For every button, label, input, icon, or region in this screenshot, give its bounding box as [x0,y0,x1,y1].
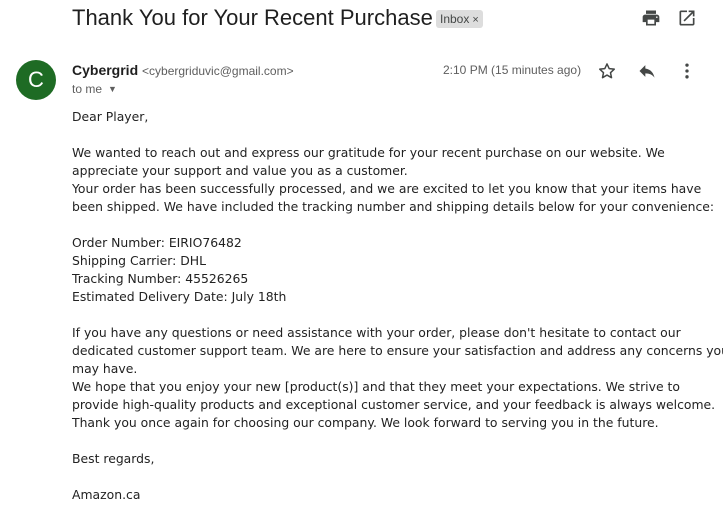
email-body: Dear Player, We wanted to reach out and e… [72,108,723,504]
inbox-label-chip[interactable]: Inbox × [436,10,483,28]
body-line: provide high-quality products and except… [72,397,716,412]
body-line: We wanted to reach out and express our g… [72,145,665,160]
sender-info: Cybergrid <cybergriduvic@gmail.com> [72,62,294,78]
print-icon[interactable] [639,6,663,30]
sender-name[interactable]: Cybergrid [72,62,138,78]
body-line: may have. [72,361,138,376]
body-line: We hope that you enjoy your new [product… [72,379,680,394]
more-vert-icon[interactable] [675,59,699,83]
body-line: Shipping Carrier: DHL [72,253,207,268]
body-line: Dear Player, [72,109,149,124]
recipient-details[interactable]: to me ▼ [72,82,117,96]
body-line: Amazon.ca [72,487,141,502]
recipient-label: to me [72,82,103,96]
body-line: been shipped. We have included the track… [72,199,715,214]
avatar[interactable]: C [16,60,56,100]
body-line: If you have any questions or need assist… [72,325,681,340]
star-icon[interactable] [595,59,619,83]
timestamp: 2:10 PM (15 minutes ago) [443,63,582,77]
subject-row: Thank You for Your Recent Purchase Inbox… [72,4,723,34]
sender-email: <cybergriduvic@gmail.com> [142,64,294,78]
remove-label-icon[interactable]: × [472,14,478,26]
body-line: appreciate your support and value you as… [72,163,408,178]
email-subject: Thank You for Your Recent Purchase [72,5,433,30]
body-line: Estimated Delivery Date: July 18th [72,289,287,304]
label-text: Inbox [440,12,470,26]
body-line: Thank you once again for choosing our co… [72,415,659,430]
body-line: Your order has been successfully process… [72,181,702,196]
body-line: Order Number: EIRIO76482 [72,235,242,250]
body-line: Best regards, [72,451,155,466]
chevron-down-icon[interactable]: ▼ [108,84,117,94]
body-line: dedicated customer support team. We are … [72,343,723,358]
reply-icon[interactable] [635,59,659,83]
open-in-new-icon[interactable] [675,6,699,30]
body-line: Tracking Number: 45526265 [72,271,249,286]
